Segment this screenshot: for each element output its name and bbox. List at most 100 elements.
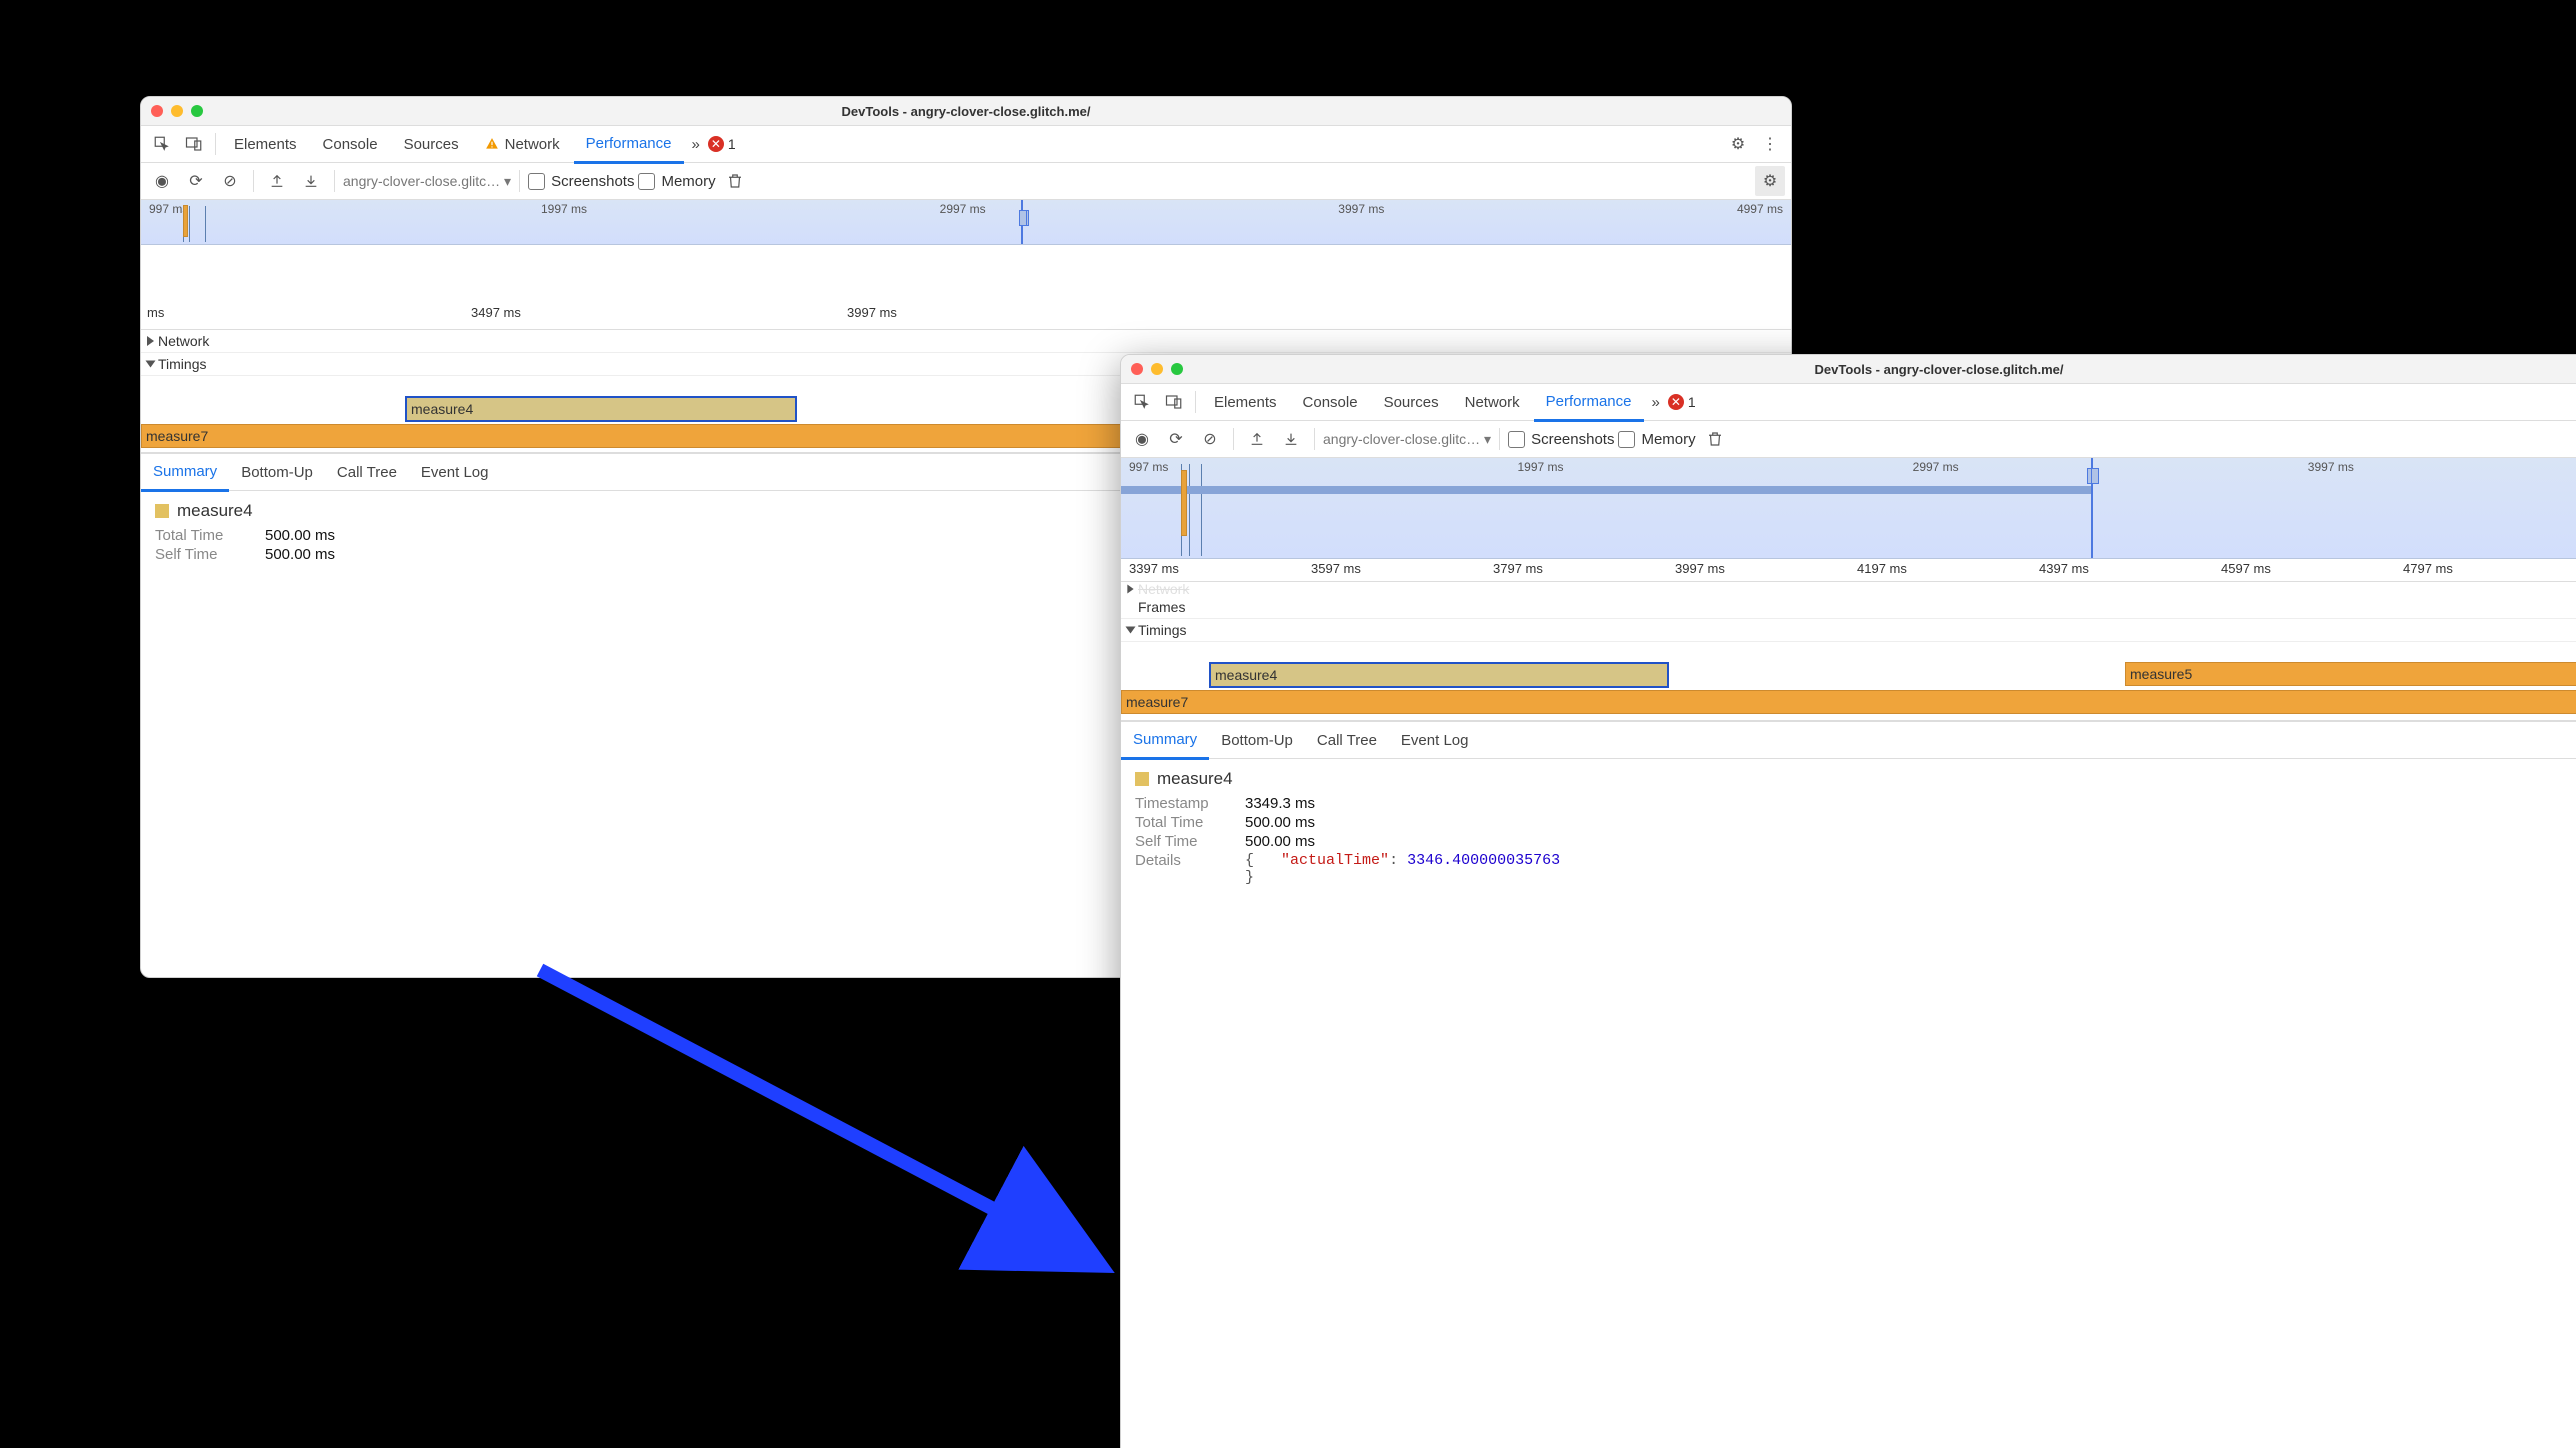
tab-elements[interactable]: Elements [222,126,309,162]
expand-icon [147,336,154,346]
total-time-label: Total Time [1135,814,1227,831]
ruler-tick: 3997 ms [1675,561,1725,576]
tab-network[interactable]: Network [473,126,572,162]
reload-record-icon[interactable]: ⟳ [1161,424,1191,454]
upload-icon[interactable] [262,166,292,196]
tab-network[interactable]: Network [1453,384,1532,420]
collapse-icon [1126,627,1136,634]
tab-call-tree[interactable]: Call Tree [325,454,409,490]
timeline-ruler[interactable]: 3397 ms 3597 ms 3797 ms 3997 ms 4197 ms … [1121,559,2576,582]
tab-elements[interactable]: Elements [1202,384,1289,420]
tab-overflow[interactable]: » [1646,384,1666,420]
window-titlebar[interactable]: DevTools - angry-clover-close.glitch.me/ [141,97,1791,126]
performance-toolbar: ◉ ⟳ ⊘ angry-clover-close.glitc… ▾ Screen… [1121,421,2576,458]
window-titlebar[interactable]: DevTools - angry-clover-close.glitch.me/ [1121,355,2576,384]
checkbox-icon [1508,431,1525,448]
error-badge[interactable]: ✕1 [708,136,736,152]
timeline-ruler[interactable]: ms 3497 ms 3997 ms [141,245,1791,330]
performance-toolbar: ◉ ⟳ ⊘ angry-clover-close.glitc… ▾ Screen… [141,163,1791,200]
tab-performance[interactable]: Performance [1534,383,1644,422]
inspect-element-icon[interactable] [1127,387,1157,417]
tab-bottom-up[interactable]: Bottom-Up [229,454,325,490]
upload-icon[interactable] [1242,424,1272,454]
screenshots-checkbox[interactable]: Screenshots [528,173,634,190]
total-time-value: 500.00 ms [1245,814,1315,831]
track-timings[interactable]: Timings [1121,619,2576,642]
tab-performance[interactable]: Performance [574,125,684,164]
self-time-value: 500.00 ms [1245,833,1315,850]
expand-icon [1127,585,1133,594]
error-badge[interactable]: ✕1 [1668,394,1696,410]
capture-settings-icon[interactable]: ⚙ [1755,166,1785,196]
tab-network-label: Network [505,136,560,153]
devtools-main-tabs: Elements Console Sources Network Perform… [141,126,1791,163]
tab-event-log[interactable]: Event Log [409,454,501,490]
tab-sources[interactable]: Sources [392,126,471,162]
tab-console[interactable]: Console [311,126,390,162]
details-json-key: "actualTime" [1281,852,1389,869]
timings-track[interactable]: measure4 measure5 measure7 [1121,642,2576,721]
screenshots-label: Screenshots [551,173,634,190]
error-icon: ✕ [1668,394,1684,410]
ruler-origin: ms [147,305,164,320]
timing-bar-measure5[interactable]: measure5 [2125,662,2576,686]
reload-record-icon[interactable]: ⟳ [181,166,211,196]
tab-overflow[interactable]: » [686,126,706,162]
gc-icon[interactable] [1700,424,1730,454]
timing-bar-measure4[interactable]: measure4 [405,396,797,422]
kebab-menu-icon[interactable]: ⋮ [1755,129,1785,159]
warning-icon [485,137,499,151]
details-json-value: 3346.400000035763 [1407,852,1560,869]
self-time-value: 500.00 ms [265,546,335,563]
collapse-icon [146,361,156,368]
inspect-element-icon[interactable] [147,129,177,159]
device-toggle-icon[interactable] [1159,387,1189,417]
tab-console[interactable]: Console [1291,384,1370,420]
error-count: 1 [1688,394,1696,410]
details-label: Details [1135,852,1227,886]
record-icon[interactable]: ◉ [1127,424,1157,454]
track-network[interactable]: Network [1121,582,2576,596]
overview-ticks: 997 ms 1997 ms 2997 ms 3997 ms 4997 ms [141,200,1791,216]
track-label: Timings [1138,622,1187,638]
timestamp-value: 3349.3 ms [1245,795,1315,812]
color-swatch-icon [155,504,169,518]
checkbox-icon [638,173,655,190]
track-frames[interactable]: Frames [1121,596,2576,619]
tab-sources[interactable]: Sources [1372,384,1451,420]
overview-activity-bar [183,205,188,237]
timing-bar-measure7[interactable]: measure7 [1121,690,2576,714]
devtools-main-tabs: Elements Console Sources Network Perform… [1121,384,2576,421]
ruler-tick: 4797 ms [2403,561,2453,576]
clear-icon[interactable]: ⊘ [1195,424,1225,454]
memory-checkbox[interactable]: Memory [1618,431,1695,448]
record-icon[interactable]: ◉ [147,166,177,196]
overview-strip[interactable]: 997 ms 1997 ms 2997 ms 3997 ms 4997 ms [141,200,1791,245]
overview-handle-left[interactable] [2091,458,2093,558]
gc-icon[interactable] [720,166,750,196]
device-toggle-icon[interactable] [179,129,209,159]
overview-strip[interactable]: 997 ms 1997 ms 2997 ms 3997 ms 4997 ms C… [1121,458,2576,559]
summary-panel: measure4 Timestamp3349.3 ms Total Time50… [1121,759,2576,896]
tab-bottom-up[interactable]: Bottom-Up [1209,722,1305,758]
download-icon[interactable] [1276,424,1306,454]
overview-handle-right[interactable] [1021,200,1023,244]
memory-checkbox[interactable]: Memory [638,173,715,190]
tab-summary[interactable]: Summary [141,453,229,492]
track-network[interactable]: Network [141,330,1791,353]
timing-bar-measure4[interactable]: measure4 [1209,662,1669,688]
recording-select[interactable]: angry-clover-close.glitc… ▾ [1323,431,1491,448]
tab-event-log[interactable]: Event Log [1389,722,1481,758]
annotation-arrow-icon [530,960,1150,1300]
ruler-tick: 3797 ms [1493,561,1543,576]
memory-label: Memory [661,173,715,190]
screenshots-checkbox[interactable]: Screenshots [1508,431,1614,448]
download-icon[interactable] [296,166,326,196]
track-label: Network [1138,582,1189,596]
clear-icon[interactable]: ⊘ [215,166,245,196]
tab-summary[interactable]: Summary [1121,721,1209,760]
self-time-label: Self Time [155,546,247,563]
settings-icon[interactable]: ⚙ [1723,129,1753,159]
tab-call-tree[interactable]: Call Tree [1305,722,1389,758]
recording-select[interactable]: angry-clover-close.glitc… ▾ [343,173,511,190]
